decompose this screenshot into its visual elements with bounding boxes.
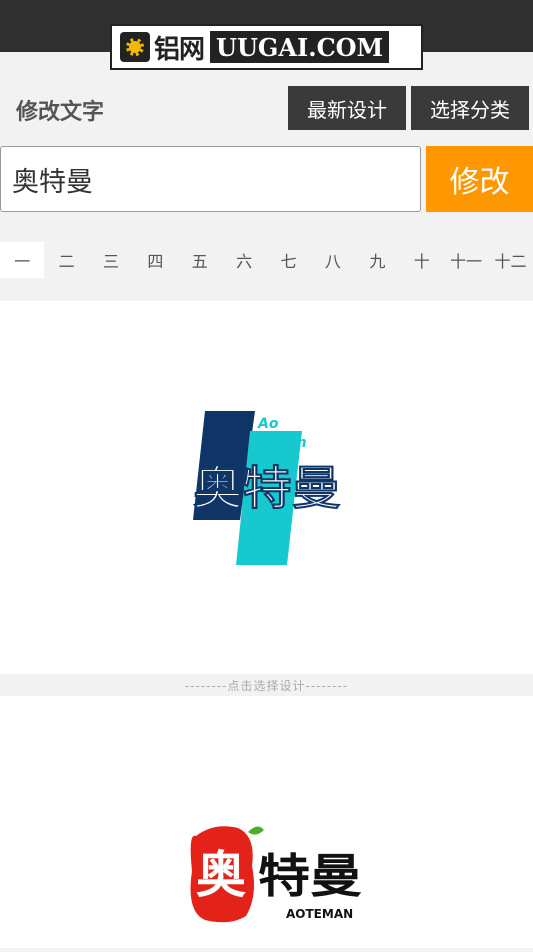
edit-text-label: 修改文字 xyxy=(16,100,105,125)
text-input[interactable] xyxy=(0,146,421,212)
logo-english-text: UUGAI.COM xyxy=(210,31,390,63)
tab-7[interactable]: 七 xyxy=(266,242,310,278)
design-1-main-text: 奥特曼 xyxy=(193,461,341,515)
design-2-logo: 奥 特曼 AOTEMAN xyxy=(190,826,362,923)
design-1-sub-line1: Ao xyxy=(257,416,279,432)
tab-9[interactable]: 九 xyxy=(355,242,399,278)
design-2-sub-text: AOTEMAN xyxy=(286,907,353,921)
site-logo[interactable]: 铝网 UUGAI.COM xyxy=(110,24,423,70)
design-1-sub-line2: TeMan xyxy=(256,435,307,451)
select-design-hint: --------点击选择设计-------- xyxy=(184,678,349,693)
gear-icon xyxy=(120,32,150,62)
logo-chinese-text: 铝网 xyxy=(154,34,205,65)
tab-6[interactable]: 六 xyxy=(222,242,266,278)
modify-button[interactable]: 修改 xyxy=(426,146,533,212)
tab-12[interactable]: 十二 xyxy=(488,242,532,278)
tab-5[interactable]: 五 xyxy=(178,242,222,278)
design-2-seal-char: 奥 xyxy=(196,846,246,904)
tab-3[interactable]: 三 xyxy=(89,242,133,278)
page-tabs: 一 二 三 四 五 六 七 八 九 十 十一 十二 xyxy=(0,242,533,278)
choose-category-button[interactable]: 选择分类 xyxy=(411,86,529,130)
design-card-2[interactable]: 奥 特曼 AOTEMAN xyxy=(0,696,533,948)
design-2-main-text: 特曼 xyxy=(258,849,362,903)
latest-design-button[interactable]: 最新设计 xyxy=(288,86,406,130)
design-card-1[interactable]: Ao TeMan 奥特曼 xyxy=(0,301,533,674)
tab-10[interactable]: 十 xyxy=(400,242,444,278)
tab-2[interactable]: 二 xyxy=(44,242,88,278)
tab-1[interactable]: 一 xyxy=(0,242,45,278)
leaf-icon xyxy=(248,826,264,835)
tab-4[interactable]: 四 xyxy=(133,242,177,278)
design-1-logo: Ao TeMan 奥特曼 xyxy=(193,411,341,565)
tab-11[interactable]: 十一 xyxy=(444,242,488,278)
tab-8[interactable]: 八 xyxy=(311,242,355,278)
